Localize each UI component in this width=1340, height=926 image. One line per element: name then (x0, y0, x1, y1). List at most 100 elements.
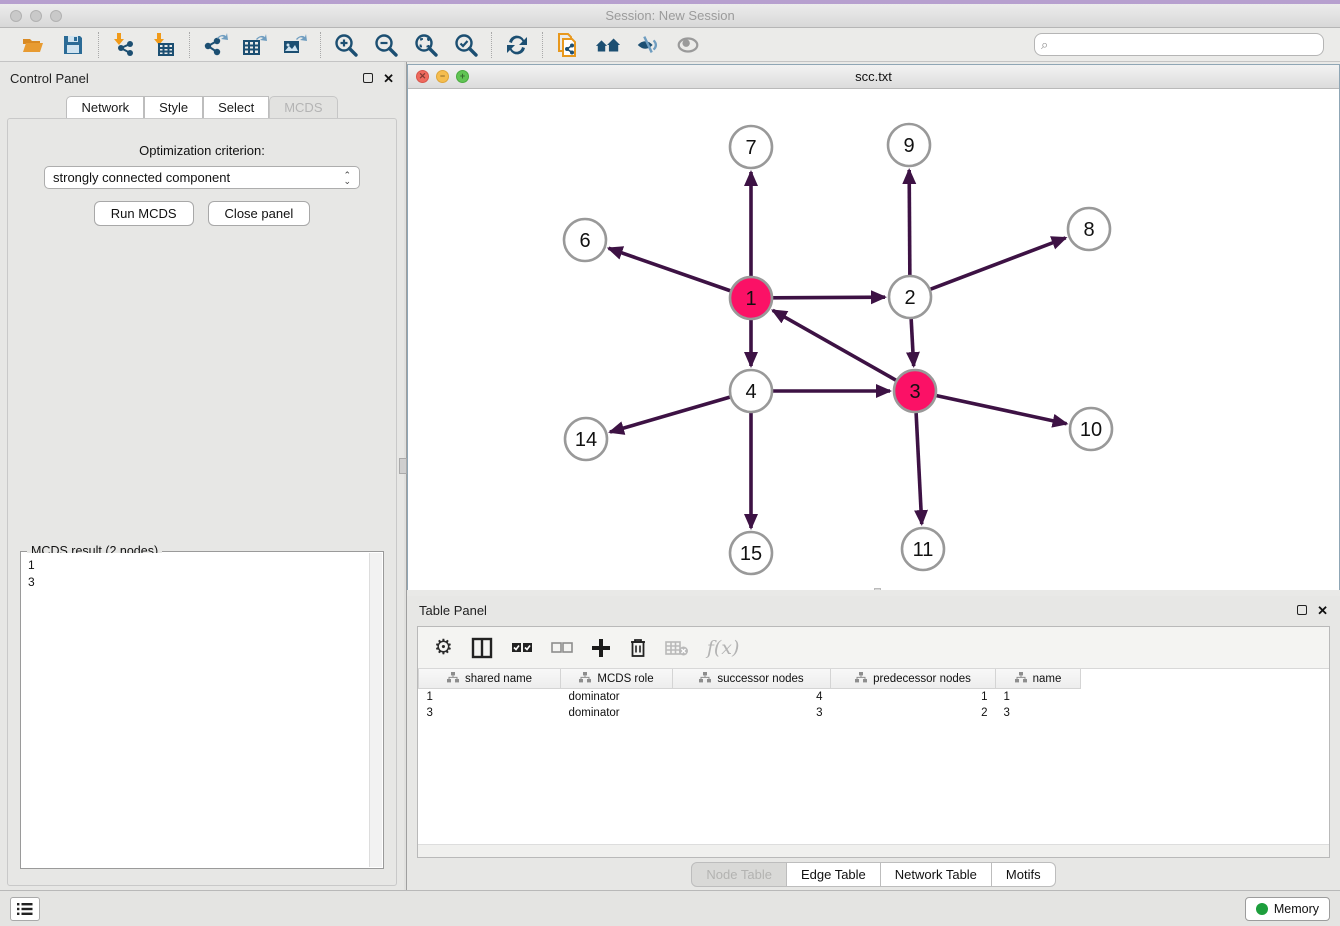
node-table: shared nameMCDS rolesuccessor nodesprede… (418, 669, 1081, 721)
export-table-icon[interactable] (242, 32, 268, 58)
vertical-splitter-grip[interactable] (399, 458, 407, 474)
select-all-icon[interactable] (511, 640, 533, 656)
node-7[interactable]: 7 (730, 126, 772, 168)
import-table-icon[interactable] (151, 32, 177, 58)
column-header[interactable]: shared name (419, 669, 561, 689)
table-cell[interactable]: 1 (419, 689, 561, 706)
delete-table-icon[interactable] (665, 639, 689, 657)
node-6[interactable]: 6 (564, 219, 606, 261)
svg-text:8: 8 (1083, 219, 1094, 241)
node-3[interactable]: 3 (894, 370, 936, 412)
network-window-titlebar[interactable]: ✕ − + scc.txt (408, 65, 1339, 89)
memory-button[interactable]: Memory (1245, 897, 1330, 921)
optimization-criterion-select[interactable]: strongly connected component ⌃⌄ (44, 166, 360, 189)
task-history-button[interactable] (10, 897, 40, 921)
node-14[interactable]: 14 (565, 418, 607, 460)
float-table-panel-icon[interactable] (1297, 605, 1307, 615)
zoom-fit-icon[interactable] (413, 32, 439, 58)
zoom-in-icon[interactable] (333, 32, 359, 58)
hierarchy-icon (1015, 672, 1027, 683)
tab-network-table[interactable]: Network Table (881, 862, 992, 887)
tab-node-table[interactable]: Node Table (691, 862, 787, 887)
table-cell[interactable]: 1 (996, 689, 1081, 706)
close-panel-icon[interactable]: ✕ (383, 72, 394, 85)
zoom-out-icon[interactable] (373, 32, 399, 58)
search-field[interactable]: ⌕ (1034, 33, 1324, 56)
show-all-networks-icon[interactable] (595, 32, 621, 58)
column-header[interactable]: predecessor nodes (831, 669, 996, 689)
network-graph[interactable]: 7 9 6 8 1 2 4 3 14 10 15 11 (408, 89, 1339, 590)
open-session-icon[interactable] (20, 32, 46, 58)
tab-motifs[interactable]: Motifs (992, 862, 1056, 887)
svg-text:7: 7 (745, 137, 756, 159)
function-builder-icon[interactable]: f(x) (707, 637, 740, 659)
hierarchy-icon (447, 672, 459, 683)
node-4[interactable]: 4 (730, 370, 772, 412)
table-tabs: Node Table Edge Table Network Table Moti… (407, 862, 1340, 887)
table-cell[interactable]: 4 (673, 689, 831, 706)
close-table-panel-icon[interactable]: ✕ (1317, 604, 1328, 617)
zoom-selected-icon[interactable] (453, 32, 479, 58)
edge-3-10[interactable] (937, 396, 1067, 424)
export-network-icon[interactable] (202, 32, 228, 58)
edge-4-14[interactable] (610, 397, 730, 432)
node-8[interactable]: 8 (1068, 208, 1110, 250)
import-network-icon[interactable] (111, 32, 137, 58)
node-2[interactable]: 2 (889, 276, 931, 318)
column-header[interactable]: name (996, 669, 1081, 689)
edge-3-1[interactable] (773, 310, 896, 380)
apply-layout-icon[interactable] (504, 32, 530, 58)
result-scrollbar[interactable] (369, 553, 382, 867)
network-canvas[interactable]: 7 9 6 8 1 2 4 3 14 10 15 11 (408, 89, 1339, 590)
control-panel: Control Panel ✕ Network Style Select MCD… (0, 62, 404, 890)
table-cell[interactable]: 3 (996, 705, 1081, 721)
deselect-all-icon[interactable] (551, 640, 573, 656)
column-header[interactable]: successor nodes (673, 669, 831, 689)
mcds-result-text[interactable]: 1 3 (22, 553, 369, 867)
node-15[interactable]: 15 (730, 532, 772, 574)
node-10[interactable]: 10 (1070, 408, 1112, 450)
node-11[interactable]: 11 (902, 528, 944, 570)
table-cell[interactable]: 1 (831, 689, 996, 706)
tab-mcds[interactable]: MCDS (269, 96, 337, 118)
column-header[interactable]: MCDS role (561, 669, 673, 689)
export-image-icon[interactable] (282, 32, 308, 58)
table-cell[interactable]: dominator (561, 689, 673, 706)
table-cell[interactable]: dominator (561, 705, 673, 721)
show-graphics-details-icon[interactable] (675, 32, 701, 58)
run-mcds-button[interactable]: Run MCDS (94, 201, 194, 226)
status-bar: Memory (0, 890, 1340, 926)
close-panel-button[interactable]: Close panel (208, 201, 311, 226)
main-toolbar: ⌕ (0, 28, 1340, 62)
clone-network-icon[interactable] (555, 32, 581, 58)
tab-network[interactable]: Network (66, 96, 144, 118)
table-settings-icon[interactable]: ⚙ (434, 635, 453, 660)
edge-2-9[interactable] (909, 170, 910, 275)
table-cell[interactable]: 2 (831, 705, 996, 721)
edge-2-3[interactable] (911, 319, 914, 366)
svg-text:2: 2 (904, 287, 915, 309)
node-1[interactable]: 1 (730, 277, 772, 319)
table-horizontal-scrollbar[interactable] (418, 844, 1329, 857)
float-panel-icon[interactable] (363, 73, 373, 83)
save-session-icon[interactable] (60, 32, 86, 58)
delete-column-icon[interactable] (629, 637, 647, 658)
table-cell[interactable]: 3 (419, 705, 561, 721)
tab-style[interactable]: Style (144, 96, 203, 118)
add-column-icon[interactable] (591, 638, 611, 658)
column-visibility-icon[interactable] (471, 637, 493, 659)
table-row[interactable]: 1dominator411 (419, 689, 1081, 706)
edge-3-11[interactable] (916, 413, 922, 524)
edge-1-2[interactable] (773, 297, 885, 298)
table-cell[interactable]: 3 (673, 705, 831, 721)
mcds-result-box: MCDS result (2 nodes) 1 3 (20, 551, 384, 869)
search-input[interactable] (1048, 38, 1323, 52)
hide-selected-icon[interactable] (635, 32, 661, 58)
table-row[interactable]: 3dominator323 (419, 705, 1081, 721)
tab-select[interactable]: Select (203, 96, 269, 118)
edge-2-8[interactable] (931, 238, 1066, 289)
tab-edge-table[interactable]: Edge Table (787, 862, 881, 887)
edge-1-6[interactable] (609, 248, 731, 290)
node-9[interactable]: 9 (888, 124, 930, 166)
chevron-up-down-icon: ⌃⌄ (343, 172, 351, 184)
